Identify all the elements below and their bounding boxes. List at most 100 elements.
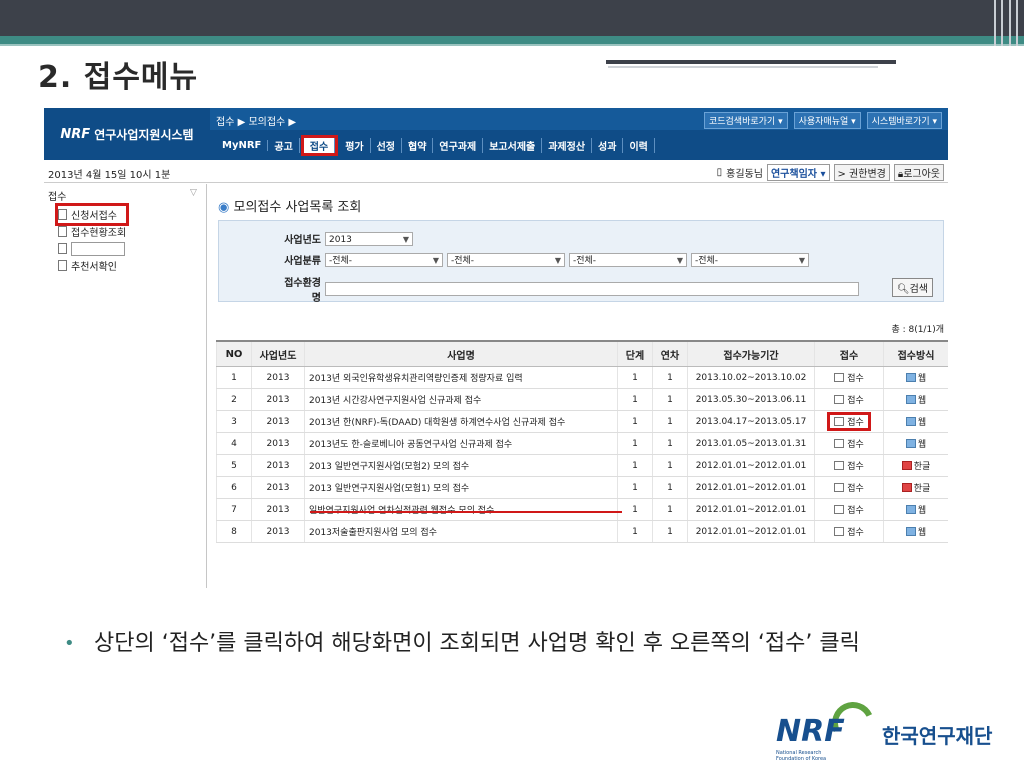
method-web: 웹 bbox=[905, 525, 926, 538]
receive-button[interactable]: 접수 bbox=[834, 437, 864, 450]
category-select-2[interactable]: -전체- ▼ bbox=[447, 252, 565, 267]
app-logo[interactable]: NRF 연구사업지원시스템 bbox=[44, 108, 210, 160]
cell-year: 2013 bbox=[251, 520, 305, 543]
nav-mynrf[interactable]: MyNRF bbox=[216, 139, 269, 151]
receive-icon bbox=[834, 482, 845, 492]
document-icon bbox=[58, 209, 67, 220]
method-web: 웹 bbox=[905, 437, 926, 450]
cell-period: 2013.05.30~2013.06.11 bbox=[687, 388, 815, 411]
table-body: 1 2013 2013년 외국인유학생유치관리역량인증제 정량자료 입력 1 1 2013… bbox=[216, 366, 948, 543]
sidebar-item-application-receipt[interactable]: 신청서접수 bbox=[54, 203, 130, 226]
user-name: 홍길동님 bbox=[726, 169, 763, 180]
cell-year: 2013 bbox=[251, 454, 305, 477]
receive-button[interactable]: 접수 bbox=[834, 393, 864, 406]
cell-no: 1 bbox=[216, 366, 252, 389]
quick-link-systems[interactable]: 시스템바로가기 ▾ bbox=[866, 112, 942, 129]
cell-year: 2013 bbox=[251, 366, 305, 389]
slide-decor-lines bbox=[994, 0, 1018, 46]
cell-name: 2013 일반연구지원사업(모험1) 모의 접수 bbox=[304, 476, 618, 499]
receive-button[interactable]: 접수 bbox=[834, 503, 864, 516]
cell-name: 2013저술출판지원사업 모의 접수 bbox=[304, 520, 618, 543]
quick-link-code-search[interactable]: 코드검색바로가기 ▾ bbox=[703, 112, 788, 129]
table-row: 6 2013 2013 일반연구지원사업(모험1) 모의 접수 1 1 2012.01.0… bbox=[216, 476, 948, 499]
table-row: 5 2013 2013 일반연구지원사업(모험2) 모의 접수 1 1 2012.01.0… bbox=[216, 454, 948, 477]
sidebar-item-recommendation[interactable]: 추천서확인 bbox=[58, 257, 126, 274]
method-label: 웹 bbox=[917, 417, 927, 428]
nav-receipt[interactable]: 접수 bbox=[300, 134, 339, 156]
cell-action: 접수 bbox=[814, 476, 884, 499]
cell-stage: 1 bbox=[617, 410, 653, 433]
cell-method: 웹 bbox=[883, 366, 948, 389]
receive-label: 접수 bbox=[847, 439, 864, 450]
nav-notice[interactable]: 공고 bbox=[268, 137, 300, 153]
category-select-1[interactable]: -전체- ▼ bbox=[325, 252, 443, 267]
page-title-text: 모의접수 사업목록 조회 bbox=[233, 200, 362, 215]
cell-stage: 1 bbox=[617, 366, 653, 389]
nav-selection[interactable]: 선정 bbox=[371, 137, 402, 153]
method-hwp: 한글 bbox=[901, 459, 930, 472]
search-row-category: 사업분류 -전체- ▼ -전체- ▼ -전체- ▼ -전체- ▼ bbox=[277, 252, 809, 267]
year-select[interactable]: 2013 ▼ bbox=[325, 231, 413, 246]
receive-label: 접수 bbox=[847, 527, 864, 538]
category-select-4[interactable]: -전체- ▼ bbox=[691, 252, 809, 267]
cell-name: 2013년 시간강사연구지원사업 신규과제 접수 bbox=[304, 388, 618, 411]
col-method: 접수방식 bbox=[883, 340, 948, 367]
nav-report[interactable]: 보고서제출 bbox=[483, 137, 543, 153]
cell-no: 2 bbox=[216, 388, 252, 411]
nav-settlement[interactable]: 과제정산 bbox=[542, 137, 593, 153]
nav-agreement[interactable]: 협약 bbox=[402, 137, 434, 153]
web-icon bbox=[905, 438, 916, 448]
cell-action: 접수 bbox=[814, 432, 884, 455]
receive-button[interactable]: 접수 bbox=[834, 371, 864, 384]
role-change-button[interactable]: > 권한변경 bbox=[833, 164, 890, 181]
year-label: 사업년도 bbox=[284, 235, 321, 246]
instruction-bullet: • 상단의 ‘접수’를 클릭하여 해당화면이 조회되면 사업명 확인 후 오른쪽… bbox=[64, 622, 994, 666]
col-period: 접수가능기간 bbox=[687, 340, 815, 367]
cell-annual: 1 bbox=[652, 388, 688, 411]
chevron-down-icon[interactable]: ▽ bbox=[190, 188, 197, 198]
cell-period: 2012.01.01~2012.01.01 bbox=[687, 476, 815, 499]
role-select[interactable]: 연구책임자 ▾ bbox=[766, 164, 830, 181]
sidebar-item-blank[interactable] bbox=[58, 240, 126, 257]
method-web: 웹 bbox=[905, 503, 926, 516]
receive-icon bbox=[834, 526, 845, 536]
cell-annual: 1 bbox=[652, 498, 688, 521]
logout-button[interactable]: 🔒︎로그아웃 bbox=[893, 164, 944, 181]
user-area: ▯ 홍길동님 연구책임자 ▾ > 권한변경 🔒︎로그아웃 bbox=[717, 164, 944, 181]
col-action: 접수 bbox=[814, 340, 884, 367]
env-name-input[interactable] bbox=[325, 282, 859, 296]
receive-icon bbox=[834, 460, 845, 470]
nav-results[interactable]: 성과 bbox=[592, 137, 624, 153]
method-web: 웹 bbox=[905, 415, 927, 428]
footer-sub-line2: Foundation of Korea bbox=[776, 756, 827, 762]
highlight-underline bbox=[310, 511, 622, 513]
receive-button[interactable]: 접수 bbox=[834, 481, 864, 494]
receive-button[interactable]: 접수 bbox=[834, 459, 864, 472]
search-button-label: 검색 bbox=[909, 284, 928, 295]
receive-button[interactable]: 접수 bbox=[834, 525, 864, 538]
method-web: 웹 bbox=[905, 371, 927, 384]
receive-icon bbox=[834, 394, 845, 404]
chevron-down-icon: ▼ bbox=[676, 255, 683, 265]
nav-research-project[interactable]: 연구과제 bbox=[433, 137, 484, 153]
cell-stage: 1 bbox=[617, 388, 653, 411]
category-select-3[interactable]: -전체- ▼ bbox=[569, 252, 687, 267]
sidebar-item-receipt-status[interactable]: 접수현황조회 bbox=[58, 223, 126, 240]
category-value: -전체- bbox=[451, 255, 475, 266]
receive-icon bbox=[834, 372, 845, 382]
cell-method: 웹 bbox=[883, 388, 948, 411]
table-row: 1 2013 2013년 외국인유학생유치관리역량인증제 정량자료 입력 1 1 2013… bbox=[216, 366, 948, 389]
nav-evaluation[interactable]: 평가 bbox=[339, 137, 371, 153]
method-label: 웹 bbox=[917, 373, 927, 384]
quick-links: 코드검색바로가기 ▾ 사용자매뉴얼 ▾ 시스템바로가기 ▾ bbox=[703, 112, 942, 129]
app-screenshot: NRF 연구사업지원시스템 접수 ▶ 모의접수 ▶ 코드검색바로가기 ▾ 사용자… bbox=[44, 108, 948, 588]
cell-name: 일반연구지원사업 연차실적관련 웹접수 모의 접수 bbox=[304, 498, 618, 521]
receive-button-highlighted[interactable]: 접수 bbox=[827, 411, 871, 431]
receive-label: 접수 bbox=[847, 461, 864, 472]
search-button[interactable]: 🔍︎검색 bbox=[891, 278, 933, 297]
logo-text: 연구사업지원시스템 bbox=[94, 127, 194, 142]
document-icon bbox=[58, 260, 67, 271]
quick-link-manual[interactable]: 사용자매뉴얼 ▾ bbox=[793, 112, 861, 129]
method-label: 웹 bbox=[917, 395, 927, 406]
nav-history[interactable]: 이력 bbox=[623, 137, 655, 153]
